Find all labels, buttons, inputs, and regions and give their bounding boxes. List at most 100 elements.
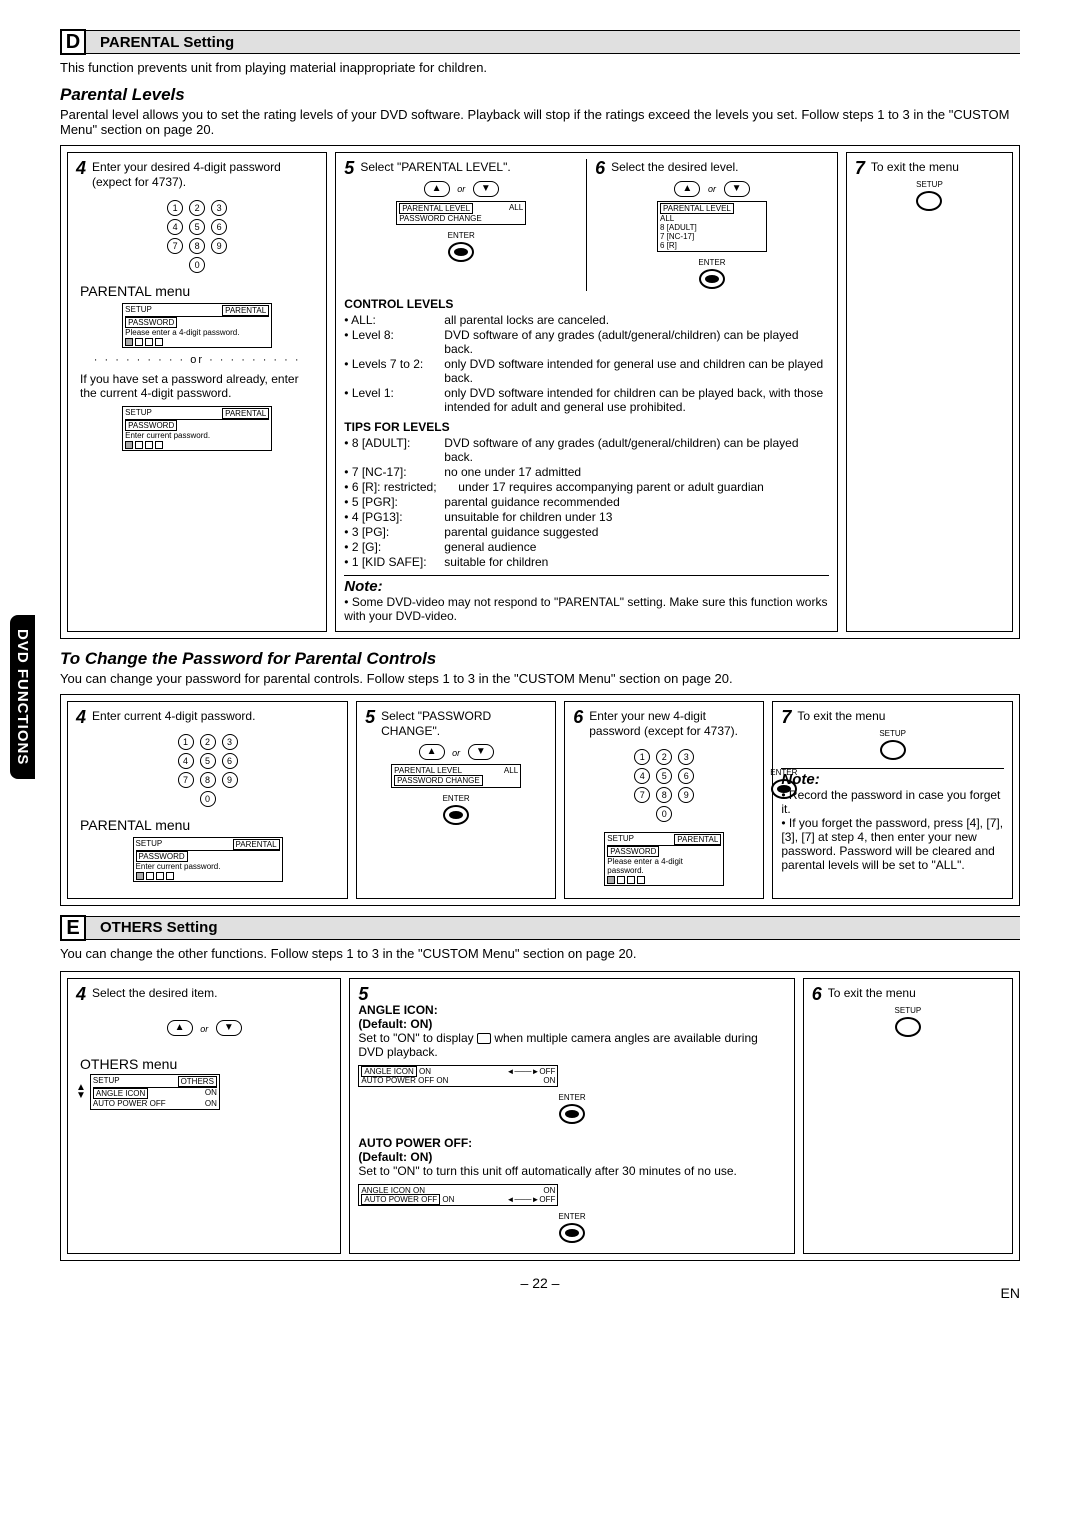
tip-val: no one under 17 admitted (444, 465, 829, 479)
change-password-heading: To Change the Password for Parental Cont… (60, 649, 1020, 669)
osd-parental-current-password: SETUPPARENTAL PASSWORD Enter current pas… (122, 406, 272, 451)
angle-body-1: Set to "ON" to display (358, 1031, 477, 1045)
setup-label: SETUP (855, 180, 1004, 189)
setup-button-group: SETUP (781, 729, 1004, 762)
osd-level-6: 6 [R] (660, 241, 764, 250)
osd-autopower-toggle: ANGLE ICON ONON AUTO POWER OFF ON◄───►OF… (358, 1184, 558, 1206)
step-num: 4 (76, 708, 86, 726)
tip-label: 3 [PG]: (344, 525, 444, 539)
osd-level-7: 7 [NC-17] (660, 232, 764, 241)
section-e-letter: E (60, 915, 86, 941)
osd-angle-toggle: ANGLE ICON ON◄───►OFF AUTO POWER OFF ONO… (358, 1065, 558, 1087)
enter-button-icon (559, 1104, 585, 1124)
step-5-others: 5 ANGLE ICON: (Default: ON) Set to "ON" … (349, 978, 794, 1254)
osd-parental: PARENTAL (233, 839, 280, 850)
cl-val: only DVD software intended for general u… (444, 357, 829, 385)
tip-label: 6 [R]: restricted; (344, 480, 458, 494)
tip-label: 4 [PG13]: (344, 510, 444, 524)
osd-parental: PARENTAL (222, 408, 269, 419)
up-arrow-icon: ▲ (167, 1020, 193, 1036)
number-keypad-icon: 123 456 789 0 (76, 733, 339, 807)
tip-val: suitable for children (444, 555, 829, 569)
step-7-changepw: 7 To exit the menu SETUP Note: Record th… (772, 701, 1013, 899)
down-arrow-icon: ▼ (473, 181, 499, 197)
osd-autopower-label: AUTO POWER OFF (361, 1194, 440, 1205)
setup-button-group: SETUP (855, 180, 1004, 213)
changepw-note: Note: Record the password in case you fo… (781, 768, 1004, 872)
osd-others-menu: SETUPOTHERS ANGLE ICONON AUTO POWER OFFO… (90, 1074, 220, 1110)
step-4-changepw: 4 Enter current 4-digit password. 123 45… (67, 701, 348, 899)
cl-val: DVD software of any grades (adult/genera… (444, 328, 829, 356)
step-num: 7 (855, 159, 865, 177)
enter-label: ENTER (344, 231, 578, 240)
osd-setup: SETUP (607, 834, 634, 845)
tip-val: under 17 requires accompanying parent or… (458, 480, 829, 494)
section-e-intro: You can change the other functions. Foll… (60, 946, 1020, 961)
step-text: To exit the menu (871, 160, 959, 174)
setup-button-group: SETUP (812, 1006, 1004, 1039)
osd-enter-current: Enter current password. (136, 862, 280, 871)
enter-button-icon (699, 269, 725, 289)
step-num: 4 (76, 985, 86, 1003)
step-6-changepw: 6 Enter your new 4-digit password (excep… (564, 701, 764, 899)
osd-level-all: ALL (660, 214, 764, 223)
arrow-buttons: ▲ or ▼ (595, 180, 829, 197)
tip-val: general audience (444, 540, 829, 554)
enter-button-group: ENTER (344, 231, 578, 264)
change-password-steps-row: 4 Enter current 4-digit password. 123 45… (60, 694, 1020, 906)
up-arrow-icon: ▲ (419, 744, 445, 760)
osd-on: ON (205, 1088, 217, 1099)
step-num: 5 (358, 985, 368, 1003)
enter-button-group: ENTER (365, 794, 547, 827)
enter-button-group: ENTER (358, 1093, 785, 1126)
down-arrow-icon: ▼ (724, 181, 750, 197)
osd-password: PASSWORD (125, 317, 177, 328)
parental-note: Note: Some DVD-video may not respond to … (344, 575, 829, 623)
note-item: If you forget the password, press [4], [… (781, 816, 1004, 872)
step-num: 4 (76, 159, 86, 177)
osd-on: ON (419, 1067, 431, 1076)
arrow-buttons: ▲ or ▼ (344, 180, 578, 197)
osd-others: OTHERS (178, 1076, 217, 1087)
cl-label: Level 1: (344, 386, 444, 414)
note-item: Record the password in case you forget i… (781, 788, 1004, 816)
angle-icon-default: (Default: ON) (358, 1017, 785, 1031)
others-menu-label: OTHERS menu (80, 1056, 332, 1072)
step-num: 6 (812, 985, 822, 1003)
parental-steps-row: 4 Enter your desired 4-digit password (e… (60, 145, 1020, 639)
osd-enter-4digit: Please enter a 4-digit password. (607, 857, 721, 875)
step-text: Enter your new 4-digit password (except … (589, 709, 738, 738)
parental-levels-body: Parental level allows you to set the rat… (60, 107, 1020, 137)
angle-icon-body: Set to "ON" to display when multiple cam… (358, 1031, 785, 1059)
osd-autopower-label: AUTO POWER OFF (361, 1076, 434, 1085)
step-text: To exit the menu (828, 986, 916, 1000)
osd-auto-power-row: AUTO POWER OFF (93, 1099, 166, 1108)
cl-label: Level 8: (344, 328, 444, 356)
number-keypad-icon: 123 456 789 0 (573, 748, 755, 822)
step-7-parental: 7 To exit the menu SETUP (846, 152, 1013, 632)
step-num: 6 (595, 159, 605, 177)
osd-on: ON (442, 1195, 454, 1204)
step-num: 5 (344, 159, 354, 177)
enter-label: ENTER (365, 794, 547, 803)
page-number: – 22 – (60, 1275, 1020, 1291)
setup-button-icon (895, 1017, 921, 1037)
tip-label: 1 [KID SAFE]: (344, 555, 444, 569)
tip-val: parental guidance recommended (444, 495, 829, 509)
osd-enter-4digit: Please enter a 4-digit password. (125, 328, 269, 337)
osd-enter-current: Enter current password. (125, 431, 269, 440)
osd-angle-icon-row: ANGLE ICON (93, 1088, 148, 1099)
osd-on: ON (436, 1076, 448, 1085)
angle-icon-heading: ANGLE ICON: (358, 1003, 785, 1017)
control-levels-heading: CONTROL LEVELS (344, 297, 829, 311)
step-text: To exit the menu (797, 709, 885, 723)
camera-angle-icon (477, 1033, 491, 1044)
auto-power-default: (Default: ON) (358, 1150, 785, 1164)
enter-button-icon (559, 1223, 585, 1243)
osd-parental-level-label: PARENTAL LEVEL (399, 203, 473, 214)
osd-level-8: 8 [ADULT] (660, 223, 764, 232)
step-num: 6 (573, 708, 583, 726)
tip-label: 7 [NC-17]: (344, 465, 444, 479)
or-divider: · · · · · · · · · or · · · · · · · · · (76, 354, 318, 366)
note-heading: Note: (781, 771, 1004, 788)
